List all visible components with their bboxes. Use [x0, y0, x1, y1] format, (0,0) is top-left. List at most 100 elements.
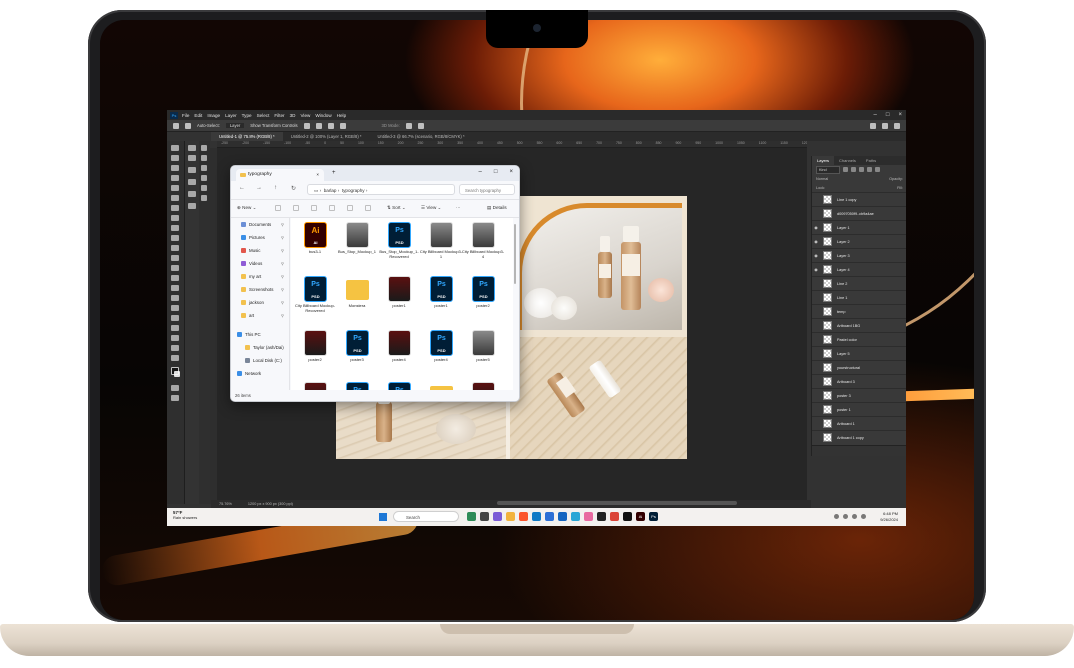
lasso-tool-icon[interactable]: [171, 165, 179, 171]
minimize-icon[interactable]: –: [874, 112, 877, 118]
photoshop-app[interactable]: Ps: [649, 512, 658, 521]
file-item[interactable]: Ps PSD poster4: [421, 328, 461, 374]
pin-icon[interactable]: ⚲: [281, 274, 284, 279]
battery-icon[interactable]: [861, 514, 866, 519]
magic-wand-tool-icon[interactable]: [171, 175, 179, 181]
path-selection-tool-icon[interactable]: [171, 315, 179, 321]
pin-icon[interactable]: ⚲: [281, 313, 284, 318]
mail-app[interactable]: [558, 512, 567, 521]
layer-row[interactable]: poster 3: [812, 388, 906, 402]
up-arrow-icon[interactable]: ↑: [274, 185, 277, 191]
marquee-tool-icon[interactable]: [171, 155, 179, 161]
tab-untitled-2[interactable]: Untitled-2 @ 100% (Layer 1, RGB/8) *: [283, 132, 370, 141]
taskbar-search[interactable]: Search: [393, 511, 459, 522]
task-view-app[interactable]: [480, 512, 489, 521]
explorer-app[interactable]: [506, 512, 515, 521]
gradient-tool-icon[interactable]: [171, 265, 179, 271]
sidebar-item[interactable]: Local Disk (C:): [245, 358, 282, 363]
layer-row[interactable]: Line 1 copy: [812, 192, 906, 206]
copy-icon[interactable]: [293, 205, 299, 211]
pin-icon[interactable]: ⚲: [281, 287, 284, 292]
distribute-icon[interactable]: [339, 122, 346, 129]
adjustments-icon[interactable]: [188, 167, 196, 173]
breadcrumb-barlap[interactable]: barlap: [324, 188, 337, 193]
opacity-label[interactable]: Opacity:: [889, 177, 903, 181]
screen-mode-icon[interactable]: [171, 395, 179, 401]
tab-untitled-3[interactable]: Untitled-3 @ 66.7% (scenario, RGB/8/CMYK…: [370, 132, 473, 141]
sidebar-item[interactable]: art ⚲: [241, 313, 284, 318]
tab-paths[interactable]: Paths: [861, 156, 881, 165]
refresh-icon[interactable]: ↻: [291, 185, 296, 192]
store-app[interactable]: [545, 512, 554, 521]
align-left-icon[interactable]: [303, 122, 310, 129]
libraries-icon[interactable]: [201, 155, 207, 161]
file-item[interactable]: Ps PSD City Billboard Mockup-Recovered: [295, 274, 335, 320]
zoom-level[interactable]: 75.76%: [219, 502, 232, 506]
paragraph-icon[interactable]: [188, 203, 196, 209]
frame-tool-icon[interactable]: [171, 195, 179, 201]
menu-file[interactable]: File: [182, 113, 189, 118]
move-tool-icon[interactable]: [185, 122, 191, 129]
layer-row[interactable]: yourstructural: [812, 360, 906, 374]
auto-select-target[interactable]: Layer: [225, 123, 245, 128]
photos-app[interactable]: [571, 512, 580, 521]
explorer-search-input[interactable]: Search typography: [459, 184, 515, 195]
layer-row[interactable]: Artboard 3: [812, 374, 906, 388]
eraser-tool-icon[interactable]: [171, 255, 179, 261]
capcut-app[interactable]: [623, 512, 632, 521]
file-item[interactable]: Ai AI bus3-1: [295, 220, 335, 266]
hand-tool-icon[interactable]: [171, 335, 179, 341]
paste-icon[interactable]: [311, 205, 317, 211]
file-item[interactable]: PsPSD: [337, 380, 377, 390]
menu-help[interactable]: Help: [337, 113, 346, 118]
crop-tool-icon[interactable]: [171, 185, 179, 191]
breadcrumb-typography[interactable]: typography: [342, 188, 365, 193]
chrome-app[interactable]: [610, 512, 619, 521]
tab-layers[interactable]: Layers: [812, 156, 835, 165]
menu-select[interactable]: Select: [257, 113, 270, 118]
timeline-icon[interactable]: [201, 195, 207, 201]
horizontal-scrollbar[interactable]: [497, 501, 737, 505]
minimize-icon[interactable]: –: [479, 167, 482, 178]
sidebar-item[interactable]: jackson ⚲: [241, 300, 284, 305]
new-button[interactable]: ⊕ New ⌄: [237, 205, 256, 211]
menu-type[interactable]: Type: [242, 113, 252, 118]
explorer-tab[interactable]: typography ×: [236, 169, 324, 181]
menu-edit[interactable]: Edit: [194, 113, 202, 118]
search-icon[interactable]: [870, 122, 876, 129]
3d-rotate-icon[interactable]: [405, 122, 412, 129]
pixel-filter-icon[interactable]: [843, 167, 848, 172]
type-filter-icon[interactable]: [859, 167, 864, 172]
color-icon[interactable]: [188, 191, 196, 197]
sidebar-item[interactable]: Documents ⚲: [241, 222, 284, 227]
file-item[interactable]: poster5: [463, 328, 503, 374]
file-item[interactable]: Bus_Stop_Mockup_1: [337, 220, 377, 266]
eye-icon[interactable]: ◉: [812, 267, 820, 272]
3d-pan-icon[interactable]: [417, 122, 424, 129]
file-item[interactable]: [295, 380, 335, 390]
kind-filter[interactable]: Kind: [816, 165, 840, 174]
file-item[interactable]: Ps PSD poster2: [463, 274, 503, 320]
blend-mode-select[interactable]: Normal: [816, 177, 828, 181]
zoom-tool-icon[interactable]: [171, 345, 179, 351]
eyedropper-tool-icon[interactable]: [171, 205, 179, 211]
close-icon[interactable]: ×: [898, 112, 902, 118]
sidebar-item[interactable]: Network: [237, 371, 261, 376]
details-button[interactable]: ▤ Details: [487, 205, 507, 211]
background-color-swatch[interactable]: [174, 371, 180, 377]
auto-select-label[interactable]: Auto-Select:: [197, 123, 220, 128]
file-item[interactable]: PsPSD: [379, 380, 419, 390]
share-icon[interactable]: [347, 205, 353, 211]
view-button[interactable]: ☰ View ⌄: [421, 205, 441, 211]
start-button[interactable]: [379, 513, 387, 521]
align-right-icon[interactable]: [327, 122, 334, 129]
file-item[interactable]: [463, 380, 503, 390]
layer-row[interactable]: d0097050f9..cb9a4ae: [812, 206, 906, 220]
wifi-icon[interactable]: [843, 514, 848, 519]
weather-widget[interactable]: 57°F Rain showers: [173, 510, 197, 520]
sidebar-item[interactable]: Taylor (ash/Dai): [245, 345, 284, 350]
address-bar[interactable]: ▭ › barlap › typography ›: [307, 184, 455, 195]
file-item[interactable]: poster1: [379, 274, 419, 320]
notes-icon[interactable]: [201, 185, 207, 191]
menu-layer[interactable]: Layer: [225, 113, 237, 118]
